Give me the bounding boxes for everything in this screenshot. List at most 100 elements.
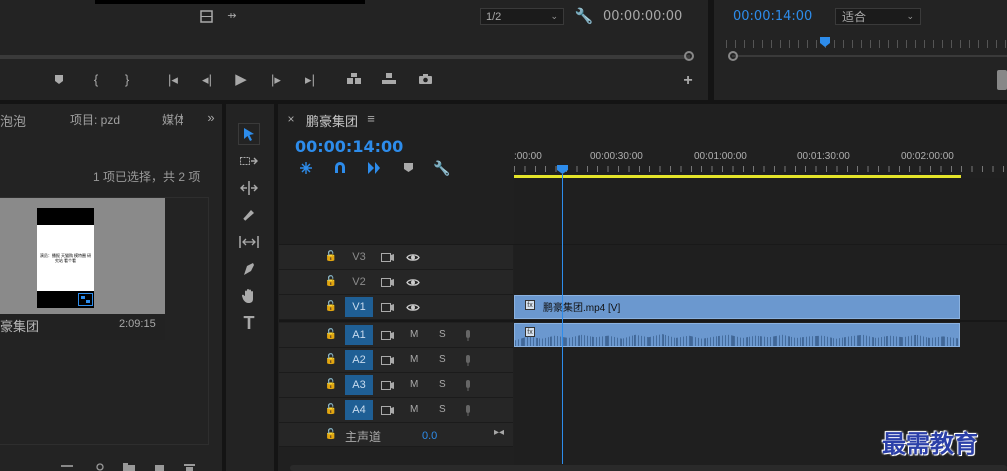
program-video-frame	[95, 0, 365, 4]
mute-button[interactable]: M	[410, 329, 418, 340]
add-marker-icon[interactable]	[401, 161, 415, 175]
solo-button[interactable]: S	[439, 379, 446, 390]
lock-icon[interactable]: 🔓	[325, 429, 337, 441]
microphone-icon[interactable]	[462, 379, 474, 392]
nest-toggle-icon[interactable]	[298, 160, 314, 176]
sync-lock-icon[interactable]	[379, 276, 395, 288]
solo-button[interactable]: S	[439, 329, 446, 340]
eye-icon[interactable]	[405, 301, 421, 313]
film-strip-icon[interactable]	[198, 8, 214, 24]
lock-icon[interactable]: 🔓	[325, 276, 337, 288]
microphone-icon[interactable]	[462, 329, 474, 342]
linked-selection-icon[interactable]	[366, 160, 382, 176]
lock-icon[interactable]: 🔓	[325, 379, 337, 391]
sync-lock-icon[interactable]	[379, 251, 395, 263]
extract-icon[interactable]	[380, 72, 398, 86]
solo-button[interactable]: S	[439, 354, 446, 365]
track-label-a4[interactable]: A4	[345, 400, 373, 420]
project-tab-media[interactable]: 媒体	[162, 111, 183, 128]
add-marker-icon[interactable]	[52, 72, 66, 86]
playhead-line[interactable]	[562, 174, 563, 464]
video-clip[interactable]: fx 鹏豪集团.mp4 [V]	[514, 295, 960, 319]
mute-button[interactable]: M	[410, 404, 418, 415]
track-header-v3: 🔓 V3	[279, 245, 513, 270]
panel-overflow-icon[interactable]: »	[204, 110, 218, 124]
microphone-icon[interactable]	[462, 404, 474, 417]
track-label-a2[interactable]: A2	[345, 350, 373, 370]
lock-icon[interactable]: 🔓	[325, 354, 337, 366]
eye-icon[interactable]	[405, 276, 421, 288]
ripple-edit-tool-icon[interactable]	[238, 178, 260, 198]
audio-clip[interactable]: fx	[514, 323, 960, 347]
project-tab-bubbles[interactable]: 泡泡	[0, 111, 26, 130]
settings-dots-icon[interactable]: ⇸	[224, 8, 240, 24]
track-label-v2[interactable]: V2	[345, 272, 373, 292]
track-label-v1[interactable]: V1	[345, 297, 373, 317]
microphone-icon[interactable]	[462, 354, 474, 367]
source-timecode: 00:00:14:00	[733, 9, 813, 24]
track-label-a1[interactable]: A1	[345, 325, 373, 345]
master-volume-value[interactable]: 0.0	[422, 430, 437, 442]
panel-separator	[708, 0, 714, 100]
mute-button[interactable]: M	[410, 379, 418, 390]
close-tab-icon[interactable]: ×	[285, 113, 297, 125]
track-header-a4: 🔓 A4 M S	[279, 398, 513, 423]
wrench-icon[interactable]: 🔧	[433, 159, 451, 177]
track-select-tool-icon[interactable]	[238, 151, 260, 171]
add-button-icon[interactable]: +	[681, 73, 695, 89]
step-forward-icon[interactable]: |▸	[268, 72, 284, 86]
clip-thumbnail-frame: 演员：播报 天猫购 模特圈 研究站 看个看	[37, 208, 94, 308]
slip-tool-icon[interactable]	[238, 232, 260, 252]
mute-button[interactable]: M	[410, 354, 418, 365]
lock-icon[interactable]: 🔓	[325, 329, 337, 341]
source-scrubber[interactable]	[732, 55, 1007, 57]
pen-tool-icon[interactable]	[238, 259, 260, 279]
lock-icon[interactable]: 🔓	[325, 404, 337, 416]
tab-menu-icon[interactable]: ≡	[365, 112, 377, 125]
sequence-tab-name[interactable]: 鹏豪集团	[306, 111, 358, 130]
source-scrubber-handle[interactable]	[728, 51, 738, 61]
lift-icon[interactable]	[345, 72, 363, 86]
search-icon[interactable]	[94, 462, 108, 471]
go-to-out-icon[interactable]: ▸|	[302, 72, 318, 86]
play-icon[interactable]: ▶	[233, 71, 249, 87]
sync-lock-icon[interactable]	[379, 379, 395, 391]
track-label-a3[interactable]: A3	[345, 375, 373, 395]
mark-out-icon[interactable]: }	[120, 72, 134, 86]
sync-lock-icon[interactable]	[379, 404, 395, 416]
new-bin-icon[interactable]	[122, 462, 136, 471]
program-scrubber-end-handle[interactable]	[684, 51, 694, 61]
sync-lock-icon[interactable]	[379, 329, 395, 341]
eye-icon[interactable]	[405, 251, 421, 263]
list-view-icon[interactable]	[60, 463, 74, 471]
mark-in-icon[interactable]: {	[89, 72, 103, 86]
track-label-v3[interactable]: V3	[345, 247, 373, 267]
timeline-timecode[interactable]: 00:00:14:00	[295, 137, 403, 156]
trash-icon[interactable]	[182, 462, 196, 471]
sync-lock-icon[interactable]	[379, 301, 395, 313]
solo-button[interactable]: S	[439, 404, 446, 415]
master-track-header: 🔓 主声道 0.0 ▸◂	[279, 423, 513, 447]
fit-select[interactable]: 适合 ⌄	[835, 8, 921, 25]
sync-lock-icon[interactable]	[379, 354, 395, 366]
snap-magnet-icon[interactable]	[332, 160, 348, 176]
step-back-icon[interactable]: ◂|	[199, 72, 215, 86]
tools-panel: T	[226, 104, 274, 471]
selection-tool-icon[interactable]	[238, 123, 260, 145]
program-scrubber[interactable]	[0, 55, 690, 59]
source-ruler[interactable]	[726, 40, 1007, 48]
timeline-scrollbar[interactable]	[290, 465, 1007, 471]
hand-tool-icon[interactable]	[238, 286, 260, 306]
lock-icon[interactable]: 🔓	[325, 301, 337, 313]
project-tab-project[interactable]: 项目: pzd	[70, 111, 120, 128]
razor-tool-icon[interactable]	[238, 205, 260, 225]
go-to-in-icon[interactable]: |◂	[165, 72, 181, 86]
zoom-select[interactable]: 1/2 ⌄	[480, 8, 564, 25]
new-item-icon[interactable]	[153, 462, 167, 471]
type-tool-icon[interactable]: T	[238, 313, 260, 333]
lock-icon[interactable]: 🔓	[325, 251, 337, 263]
wrench-icon[interactable]: 🔧	[575, 7, 594, 25]
camera-icon[interactable]	[416, 72, 434, 86]
clip-thumbnail-text: 演员：播报 天猫购 模特圈 研究站 看个看	[39, 252, 92, 263]
go-to-edge-icon[interactable]: ▸◂	[492, 427, 506, 439]
